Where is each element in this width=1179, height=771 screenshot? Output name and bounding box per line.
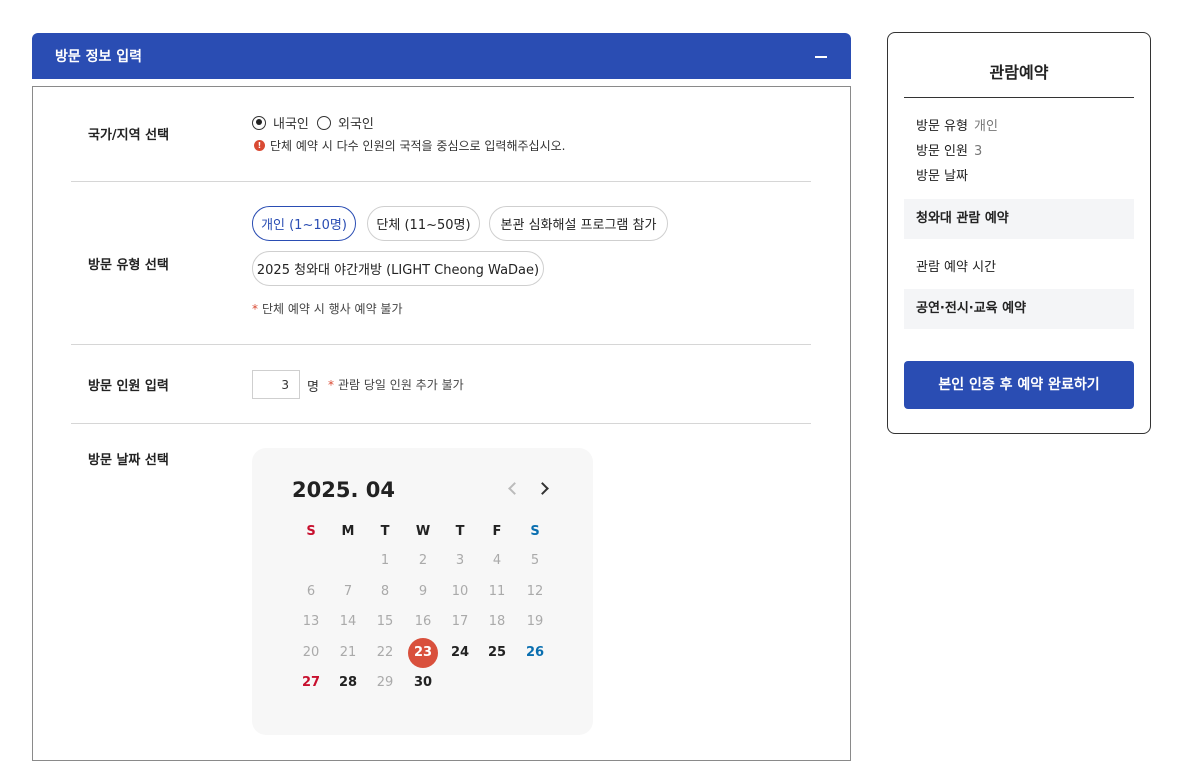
visit-info-panel: 방문 정보 입력 국가/지역 선택 내국인 외국인 ! 단체 예약 시 다수 인… xyxy=(32,33,851,761)
divider xyxy=(71,181,811,182)
calendar-day-selected[interactable]: 23 xyxy=(408,638,438,668)
reservation-summary: 관람예약 방문 유형 개인 방문 인원 3 방문 날짜 청와대 관람 예약 관람 예… xyxy=(887,32,1151,434)
calendar-day: 2 xyxy=(418,553,428,568)
calendar-day[interactable]: 27 xyxy=(296,669,326,697)
calendar-day: 20 xyxy=(302,645,320,660)
visitors-note-text: 관람 당일 인원 추가 불가 xyxy=(338,378,464,392)
calendar-day: 8 xyxy=(380,584,390,599)
asterisk-icon: * xyxy=(252,302,258,316)
calendar-day: 29 xyxy=(376,675,394,690)
info-icon: ! xyxy=(254,140,265,151)
weekday-sat: S xyxy=(530,524,540,539)
divider xyxy=(71,423,811,424)
weekday-thu: T xyxy=(455,524,465,539)
calendar-day: 3 xyxy=(455,553,465,568)
calendar-month: 2025. 04 xyxy=(292,478,395,502)
radio-domestic[interactable]: 내국인 xyxy=(252,113,309,132)
visitors-label: 방문 인원 입력 xyxy=(88,379,169,394)
visitor-unit: 명 xyxy=(307,380,319,395)
visit-type-note: * 단체 예약 시 행사 예약 불가 xyxy=(252,300,403,317)
radio-foreign[interactable]: 외국인 xyxy=(317,113,374,132)
chevron-left-icon[interactable] xyxy=(505,480,521,498)
calendar-day: 4 xyxy=(492,553,502,568)
divider xyxy=(71,344,811,345)
summary-visitors-label: 방문 인원 xyxy=(916,144,968,159)
summary-section-tour: 청와대 관람 예약 xyxy=(904,199,1134,239)
divider xyxy=(904,97,1134,98)
country-label: 국가/지역 선택 xyxy=(88,128,170,143)
calendar-day[interactable]: 26 xyxy=(520,639,550,667)
visit-type-note-text: 단체 예약 시 행사 예약 불가 xyxy=(262,302,403,316)
visitors-note: * 관람 당일 인원 추가 불가 xyxy=(328,376,464,393)
chevron-right-icon[interactable] xyxy=(536,480,552,498)
calendar-day[interactable]: 25 xyxy=(482,639,512,667)
summary-visitors: 방문 인원 3 xyxy=(916,140,982,159)
radio-foreign-label: 외국인 xyxy=(338,117,374,132)
panel-title: 방문 정보 입력 xyxy=(55,49,143,65)
summary-visit-type: 방문 유형 개인 xyxy=(916,115,998,134)
calendar-day: 1 xyxy=(380,553,390,568)
summary-date: 방문 날짜 xyxy=(916,165,974,184)
pill-individual[interactable]: 개인 (1~10명) xyxy=(252,206,356,241)
weekday-sun: S xyxy=(306,524,316,539)
country-notice-text: 단체 예약 시 다수 인원의 국적을 중심으로 입력해주십시오. xyxy=(270,139,566,153)
calendar-day: 14 xyxy=(339,614,357,629)
calendar-day[interactable]: 24 xyxy=(445,639,475,667)
calendar-day: 5 xyxy=(530,553,540,568)
calendar-day: 12 xyxy=(526,584,544,599)
minus-icon[interactable] xyxy=(815,47,829,65)
summary-visitors-value: 3 xyxy=(973,144,983,159)
weekday-mon: M xyxy=(341,524,355,539)
calendar-day: 18 xyxy=(488,614,506,629)
calendar-day: 9 xyxy=(418,584,428,599)
pill-deep-tour[interactable]: 본관 심화해설 프로그램 참가 xyxy=(489,206,668,241)
selected-day-number: 23 xyxy=(413,645,433,660)
radio-checked-icon xyxy=(252,115,266,130)
calendar-day[interactable]: 30 xyxy=(408,669,438,697)
calendar-day: 7 xyxy=(343,584,353,599)
visit-type-label: 방문 유형 선택 xyxy=(88,258,169,273)
calendar-day: 13 xyxy=(302,614,320,629)
calendar-day: 11 xyxy=(488,584,506,599)
calendar-day: 6 xyxy=(306,584,316,599)
calendar: 2025. 04 S M T W T F S 1 2 3 4 5 6 7 8 9… xyxy=(252,448,593,735)
weekday-fri: F xyxy=(492,524,502,539)
calendar-day: 19 xyxy=(526,614,544,629)
weekday-tue: T xyxy=(380,524,390,539)
calendar-day: 10 xyxy=(451,584,469,599)
summary-section-events: 공연·전시·교육 예약 xyxy=(904,289,1134,329)
summary-title: 관람예약 xyxy=(989,63,1049,82)
summary-visit-type-value: 개인 xyxy=(973,119,998,134)
summary-section-time: 관람 예약 시간 xyxy=(916,260,997,275)
calendar-day[interactable]: 28 xyxy=(333,669,363,697)
country-notice: ! 단체 예약 시 다수 인원의 국적을 중심으로 입력해주십시오. xyxy=(254,137,565,154)
summary-date-label: 방문 날짜 xyxy=(916,169,968,184)
radio-unchecked-icon xyxy=(317,115,331,130)
summary-visit-type-label: 방문 유형 xyxy=(916,119,968,134)
panel-header: 방문 정보 입력 xyxy=(32,33,851,79)
pill-night-open[interactable]: 2025 청와대 야간개방 (LIGHT Cheong WaDae) xyxy=(252,251,544,286)
calendar-day: 16 xyxy=(414,614,432,629)
complete-reservation-button[interactable]: 본인 인증 후 예약 완료하기 xyxy=(904,361,1134,409)
asterisk-icon: * xyxy=(328,378,334,392)
calendar-day: 15 xyxy=(376,614,394,629)
weekday-wed: W xyxy=(415,524,431,539)
calendar-day: 21 xyxy=(339,645,357,660)
radio-domestic-label: 내국인 xyxy=(273,117,309,132)
pill-group[interactable]: 단체 (11~50명) xyxy=(367,206,480,241)
date-label: 방문 날짜 선택 xyxy=(88,453,169,468)
calendar-day: 22 xyxy=(376,645,394,660)
calendar-day: 17 xyxy=(451,614,469,629)
visitor-count-input[interactable] xyxy=(252,370,300,399)
